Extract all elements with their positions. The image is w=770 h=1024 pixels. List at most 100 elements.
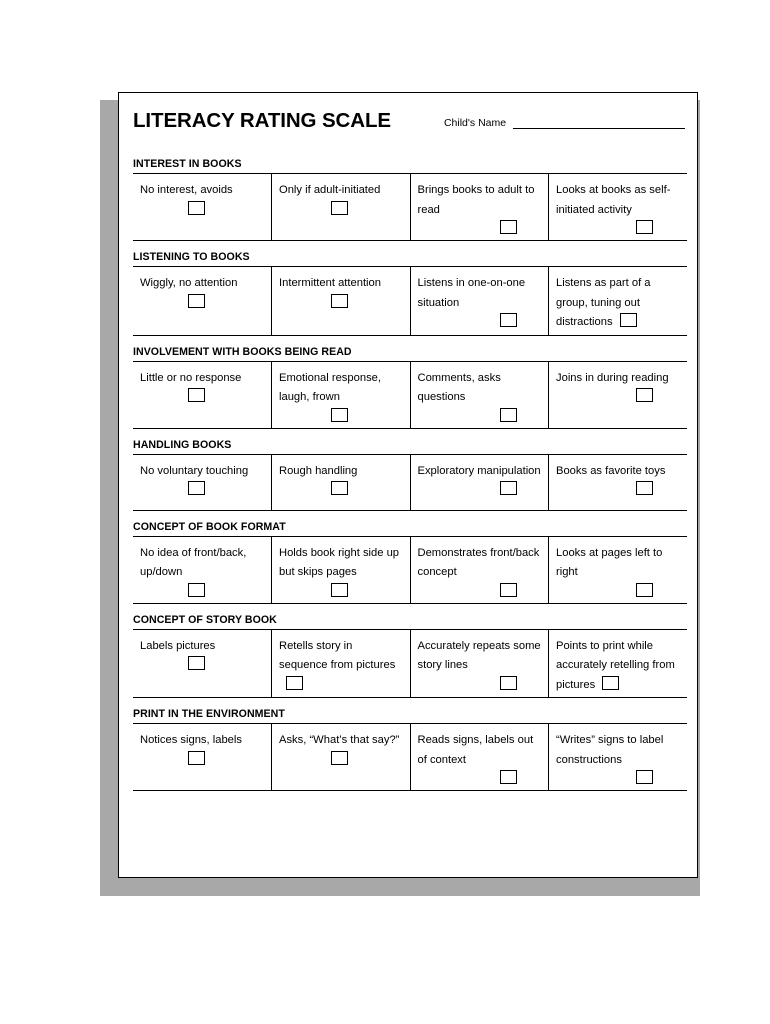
rating-option-text-block: Exploratory manipulation bbox=[418, 461, 543, 481]
rating-option-label: Wiggly, no attention bbox=[140, 277, 238, 289]
checkbox-line bbox=[418, 407, 543, 425]
child-name-label: Child's Name bbox=[443, 117, 507, 129]
rating-option-text-block: No voluntary touching bbox=[140, 461, 265, 481]
rating-checkbox[interactable] bbox=[602, 675, 620, 690]
rating-checkbox[interactable] bbox=[188, 388, 205, 402]
rating-sections: INTEREST IN BOOKS No interest, avoids Only… bbox=[133, 158, 687, 791]
rating-checkbox[interactable] bbox=[331, 582, 348, 597]
document-header: LITERACY RATING SCALE Child's Name bbox=[133, 109, 685, 149]
checkbox-line bbox=[140, 655, 265, 673]
rating-option-label: Reads signs, labels out of context bbox=[417, 734, 534, 766]
rating-checkbox[interactable] bbox=[499, 675, 517, 690]
rating-section: INVOLVEMENT WITH BOOKS BEING READ Little … bbox=[133, 346, 687, 429]
rating-table: No voluntary touching Rough handling Explo… bbox=[133, 453, 687, 511]
rating-cell: Reads signs, labels out of context bbox=[410, 723, 549, 791]
rating-option: Comments, asks questions bbox=[418, 368, 543, 425]
rating-checkbox[interactable] bbox=[188, 200, 205, 215]
rating-option: Intermittent attention bbox=[279, 273, 404, 319]
checkbox-line bbox=[140, 750, 265, 768]
rating-option: “Writes” signs to label constructions bbox=[556, 730, 681, 787]
rating-checkbox[interactable] bbox=[499, 220, 517, 234]
rating-option-label: Comments, asks questions bbox=[417, 371, 501, 404]
checkbox-line bbox=[418, 219, 543, 237]
rating-option-text-block: Rough handling bbox=[279, 461, 404, 481]
rating-option-text-block: Emotional response, laugh, frown bbox=[279, 368, 404, 407]
rating-cell: “Writes” signs to label constructions bbox=[548, 723, 687, 791]
checkbox-line bbox=[279, 200, 404, 218]
checkbox-line bbox=[279, 582, 404, 600]
rating-option-text-block: Intermittent attention bbox=[279, 273, 404, 293]
rating-option: Joins in during reading bbox=[556, 368, 681, 414]
rating-checkbox[interactable] bbox=[619, 313, 637, 327]
rating-option-text-block: Demonstrates front/back concept bbox=[418, 543, 543, 582]
rating-checkbox[interactable] bbox=[331, 750, 348, 765]
rating-option: Points to print while accurately retelli… bbox=[556, 636, 681, 695]
rating-cell: Joins in during reading bbox=[548, 360, 687, 429]
rating-cell: Asks, “What’s that say?” bbox=[271, 723, 411, 791]
rating-option-text-block: Holds book right side up but skips pages bbox=[279, 543, 404, 582]
rating-option-text-block: Wiggly, no attention bbox=[140, 273, 265, 293]
rating-checkbox[interactable] bbox=[499, 770, 517, 784]
rating-option: No voluntary touching bbox=[140, 461, 265, 507]
section-title: INTEREST IN BOOKS bbox=[133, 158, 242, 170]
rating-cell: Books as favorite toys bbox=[548, 453, 687, 511]
section-title: HANDLING BOOKS bbox=[133, 438, 232, 451]
table-row: Wiggly, no attention Intermittent attenti… bbox=[133, 266, 687, 336]
rating-option: No interest, avoids bbox=[140, 180, 265, 226]
rating-checkbox[interactable] bbox=[331, 200, 348, 215]
rating-table: Labels pictures Retells story in sequence… bbox=[133, 628, 687, 699]
checkbox-line bbox=[140, 387, 265, 405]
rating-checkbox[interactable] bbox=[331, 293, 348, 308]
rating-option-text-block: Reads signs, labels out of context bbox=[418, 730, 543, 769]
rating-option-text-block: No interest, avoids bbox=[140, 180, 265, 200]
rating-checkbox[interactable] bbox=[636, 388, 653, 402]
checkbox-line bbox=[140, 200, 265, 218]
rating-checkbox[interactable] bbox=[636, 582, 653, 597]
section-title: CONCEPT OF STORY BOOK bbox=[133, 613, 277, 626]
rating-cell: Emotional response, laugh, frown bbox=[271, 360, 411, 429]
rating-section: INTEREST IN BOOKS No interest, avoids Only… bbox=[133, 158, 687, 241]
rating-checkbox[interactable] bbox=[188, 656, 205, 670]
rating-option-label: Intermittent attention bbox=[279, 277, 381, 289]
table-row: No interest, avoids Only if adult-initiat… bbox=[133, 173, 687, 241]
rating-option-text-block: Books as favorite toys bbox=[556, 461, 681, 481]
rating-cell: Comments, asks questions bbox=[410, 360, 549, 429]
rating-checkbox[interactable] bbox=[331, 481, 348, 495]
rating-option: No idea of front/back, up/down bbox=[140, 543, 265, 600]
rating-cell: No idea of front/back, up/down bbox=[133, 535, 272, 604]
rating-checkbox[interactable] bbox=[499, 407, 517, 422]
rating-option: Looks at pages left to right bbox=[556, 543, 681, 600]
child-name-input[interactable] bbox=[513, 117, 685, 129]
rating-checkbox[interactable] bbox=[499, 582, 517, 597]
rating-checkbox[interactable] bbox=[188, 481, 205, 495]
rating-checkbox[interactable] bbox=[636, 220, 653, 234]
checkbox-line bbox=[418, 312, 543, 330]
rating-option-label: Listens in one-on-one situation bbox=[417, 277, 526, 309]
rating-checkbox[interactable] bbox=[188, 750, 205, 765]
checkbox-line bbox=[418, 480, 543, 498]
rating-option-label: Rough handling bbox=[279, 464, 358, 477]
checkbox-line bbox=[418, 582, 543, 600]
rating-checkbox[interactable] bbox=[499, 481, 517, 495]
rating-checkbox[interactable] bbox=[331, 407, 348, 422]
rating-cell: Listens as part of a group, tuning out d… bbox=[548, 266, 687, 336]
rating-cell: Labels pictures bbox=[133, 628, 272, 698]
rating-option-text-block: Accurately repeats some story lines bbox=[418, 636, 543, 675]
rating-checkbox[interactable] bbox=[636, 770, 653, 784]
table-row: No idea of front/back, up/down Holds book… bbox=[133, 535, 687, 604]
rating-table: Notices signs, labels Asks, “What’s that … bbox=[133, 723, 687, 791]
rating-checkbox[interactable] bbox=[286, 675, 303, 690]
rating-checkbox[interactable] bbox=[636, 481, 653, 495]
rating-checkbox[interactable] bbox=[499, 313, 517, 327]
rating-cell: Listens in one-on-one situation bbox=[410, 266, 549, 336]
rating-option-text-block: No idea of front/back, up/down bbox=[140, 543, 265, 582]
rating-option: Little or no response bbox=[140, 368, 265, 414]
rating-option-text-block: Looks at pages left to right bbox=[556, 543, 681, 582]
rating-checkbox[interactable] bbox=[188, 582, 205, 597]
rating-option: Retells story in sequence from pictures bbox=[279, 636, 404, 693]
rating-option-label: Books as favorite toys bbox=[556, 464, 666, 477]
rating-cell: Looks at books as self-initiated activit… bbox=[548, 173, 687, 241]
rating-cell: Exploratory manipulation bbox=[410, 453, 549, 511]
rating-checkbox[interactable] bbox=[188, 293, 205, 308]
rating-option: Accurately repeats some story lines bbox=[418, 636, 543, 693]
